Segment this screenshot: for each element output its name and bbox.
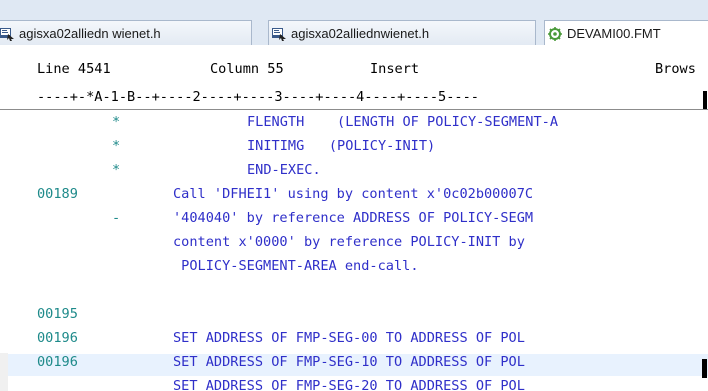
line-number: 00196 [37,354,78,370]
editor-status-line: Line 4541 Column 55 Insert Brows [0,61,708,81]
text-cursor [702,359,707,378]
line-indicator-area: * [112,114,121,130]
code-line[interactable]: SET ADDRESS OF FMP-SEG-20 TO ADDRESS OF … [0,378,708,391]
code-text: END-EXEC. [247,162,321,178]
code-line[interactable]: 00195 [0,306,708,328]
code-line[interactable] [0,282,708,304]
code-line[interactable]: * FLENGTH (LENGTH OF POLICY-SEGMENT-A [0,114,708,136]
column-ruler: ----+-*A-1-B--+----2----+----3----+----4… [0,89,708,110]
code-text: '404040' by reference ADDRESS OF POLICY-… [173,210,534,226]
code-text: Call 'DFHEI1' using by content x'0c02b00… [173,186,534,202]
code-line[interactable]: content x'0000' by reference POLICY-INIT… [0,234,708,256]
code-line[interactable]: POLICY-SEGMENT-AREA end-call. [0,258,708,280]
code-line[interactable]: * INITIMG (POLICY-INIT) [0,138,708,160]
code-text: POLICY-SEGMENT-AREA end-call. [173,258,419,274]
column-indicator: Column 55 [210,61,284,77]
line-number: 00189 [37,186,78,202]
ruler-text: ----+-*A-1-B--+----2----+----3----+----4… [37,89,479,105]
code-text: INITIMG (POLICY-INIT) [247,138,436,154]
ruler-cursor [703,91,707,109]
line-indicator-area: * [112,162,121,178]
code-line[interactable]: - '404040' by reference ADDRESS OF POLICY… [0,210,708,232]
line-indicator-area: * [112,138,121,154]
line-indicator: Line 4541 [37,61,111,77]
code-line[interactable]: * END-EXEC. [0,162,708,184]
code-line[interactable]: 00196 SET ADDRESS OF FMP-SEG-00 TO ADDRES… [0,330,708,352]
insert-mode-indicator: Insert [370,61,420,77]
tab-agisxa02alliednwienet-h-1[interactable]: agisxa02alliedn wienet.h [0,20,252,45]
code-text: SET ADDRESS OF FMP-SEG-20 TO ADDRESS OF … [173,378,525,391]
code-editor[interactable]: Line 4541 Column 55 Insert Brows ----+-*… [0,45,708,391]
tab-label: agisxa02alliednwienet.h [291,25,430,41]
line-indicator-area: - [112,210,121,226]
tab-label: agisxa02alliedn wienet.h [19,25,161,41]
editor-tab-bar: agisxa02alliedn wienet.h agisxa02alliedn… [0,0,708,46]
line-number: 00196 [37,330,78,346]
gear-file-icon [548,26,562,41]
line-number: 00195 [37,306,78,322]
tab-devami00-fmt[interactable]: DEVAMI00.FMT [544,20,708,46]
program-file-icon [272,28,286,41]
gutter-marker [0,353,8,391]
code-text: SET ADDRESS OF FMP-SEG-10 TO ADDRESS OF … [173,354,525,370]
program-file-icon [0,28,14,41]
browse-indicator: Brows [655,61,696,77]
code-text: SET ADDRESS OF FMP-SEG-00 TO ADDRESS OF … [173,330,525,346]
tab-label: DEVAMI00.FMT [567,26,661,41]
tab-agisxa02alliednwienet-h-2[interactable]: agisxa02alliednwienet.h [268,20,536,45]
code-line[interactable]: 00189 Call 'DFHEI1' using by content x'0c… [0,186,708,208]
code-line[interactable]: 00196 SET ADDRESS OF FMP-SEG-10 TO ADDRES… [0,354,708,376]
code-text: FLENGTH (LENGTH OF POLICY-SEGMENT-A [247,114,558,130]
code-text: content x'0000' by reference POLICY-INIT… [173,234,525,250]
